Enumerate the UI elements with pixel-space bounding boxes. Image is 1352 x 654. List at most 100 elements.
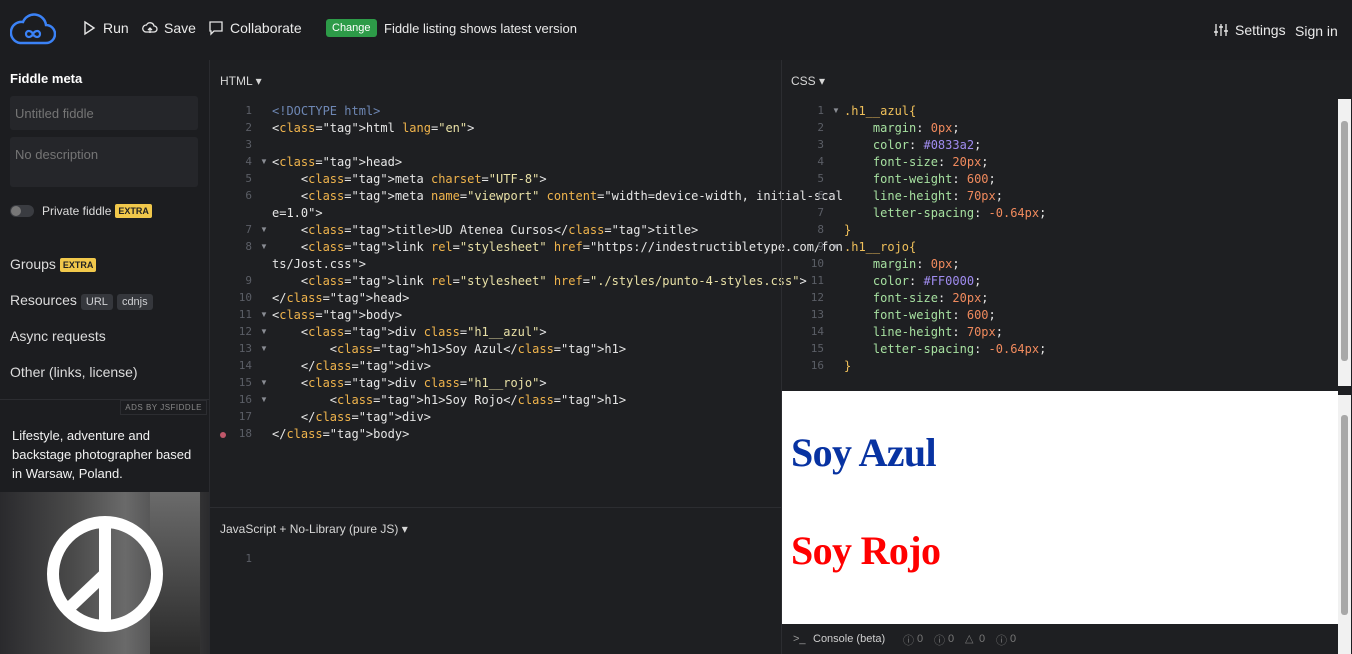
save-label: Save	[164, 20, 196, 36]
code-line: font-weight: 600;	[872, 172, 996, 186]
private-fiddle-label: Private fiddle	[42, 204, 112, 218]
line-number: 14	[810, 325, 824, 338]
line-number: 16	[238, 393, 252, 406]
line-number: 9	[817, 240, 824, 253]
caret-down-icon: ▾	[398, 522, 408, 536]
console-count-3: 0	[979, 633, 986, 645]
code-line: </class="tag">div>	[272, 359, 431, 373]
jsfiddle-logo-icon[interactable]	[10, 13, 56, 47]
code-line: letter-spacing: -0.64px;	[872, 342, 1047, 356]
line-number: 16	[810, 359, 824, 372]
collaborate-button[interactable]: Collaborate	[208, 20, 302, 36]
sliders-icon	[1214, 24, 1228, 36]
fold-toggle-icon[interactable]: ▼	[260, 310, 268, 319]
code-line: ts/Jost.css">	[272, 257, 366, 271]
line-number: 1	[245, 552, 252, 565]
fiddle-description-input[interactable]	[10, 137, 198, 187]
code-line: <class="tag">meta charset="UTF-8">	[272, 172, 547, 186]
top-bar: Run Save Collaborate Change Fiddle listi…	[0, 0, 1352, 60]
fold-toggle-icon[interactable]: ▼	[260, 344, 268, 353]
code-line: </class="tag">body>	[272, 427, 410, 441]
console-bar[interactable]: >_ Console (beta) ⓘ 0 ⓘ 0 △ 0 ⓘ 0	[782, 624, 1322, 654]
scrollbar-thumb[interactable]	[1341, 121, 1348, 361]
code-line: <class="tag">head>	[272, 155, 403, 169]
resources-url-pill[interactable]: URL	[80, 294, 113, 310]
caret-down-icon: ▾	[815, 74, 826, 88]
code-line: <class="tag">h1>Soy Azul</class="tag">h1…	[272, 342, 627, 356]
line-number: 5	[817, 172, 824, 185]
ad-image[interactable]	[0, 492, 209, 654]
line-number: 8	[817, 223, 824, 236]
fold-toggle-icon[interactable]: ▼	[832, 242, 840, 251]
result-scrollbar[interactable]	[1338, 395, 1351, 624]
code-line: <class="tag">title>UD Atenea Cursos</cla…	[272, 223, 699, 237]
code-line: <class="tag">h1>Soy Rojo</class="tag">h1…	[272, 393, 627, 407]
html-panel-label: HTML	[220, 74, 253, 88]
code-line: .h1__rojo{	[844, 240, 917, 254]
line-number: 6	[245, 189, 252, 202]
line-number: 10	[810, 257, 824, 270]
sidebar-item-async[interactable]: Async requests	[10, 328, 106, 344]
editor-divider[interactable]	[210, 507, 781, 508]
fold-toggle-icon[interactable]: ▼	[260, 395, 268, 404]
sidebar: Fiddle meta Private fiddleEXTRA GroupsEX…	[0, 60, 210, 654]
sidebar-item-other[interactable]: Other (links, license)	[10, 364, 138, 380]
code-line: <class="tag">meta name="viewport" conten…	[272, 189, 843, 203]
cloud-upload-icon	[142, 22, 158, 33]
run-button[interactable]: Run	[81, 20, 129, 36]
fold-toggle-icon[interactable]: ▼	[260, 157, 268, 166]
js-panel-header[interactable]: JavaScript + No-Library (pure JS) ▾	[220, 522, 408, 536]
info-icon: ⓘ	[903, 635, 914, 647]
console-count-2: 0	[948, 633, 955, 645]
chat-bubble-icon	[209, 21, 223, 36]
code-line: color: #FF0000;	[872, 274, 982, 288]
console-count-1: 0	[917, 633, 924, 645]
fiddle-title-input[interactable]	[10, 96, 198, 130]
line-number: 18	[238, 427, 252, 440]
css-scrollbar[interactable]	[1338, 99, 1351, 386]
code-line: }	[844, 359, 852, 373]
line-number: 4	[245, 155, 252, 168]
fold-toggle-icon[interactable]: ▼	[832, 106, 840, 115]
code-line: margin: 0px;	[872, 121, 960, 135]
fold-toggle-icon[interactable]: ▼	[260, 327, 268, 336]
code-line: .h1__azul{	[844, 104, 917, 118]
code-line: <class="tag">link rel="stylesheet" href=…	[272, 274, 807, 288]
line-number: 3	[817, 138, 824, 151]
line-number: 6	[817, 189, 824, 202]
js-editor[interactable]: 1	[210, 552, 781, 654]
line-number: 4	[817, 155, 824, 168]
fold-toggle-icon[interactable]: ▼	[260, 378, 268, 387]
change-badge[interactable]: Change	[326, 19, 377, 37]
line-number: 17	[238, 410, 252, 423]
css-panel-header[interactable]: CSS ▾	[791, 74, 825, 88]
console-scrollbar[interactable]	[1338, 624, 1351, 654]
sidebar-item-groups[interactable]: Groups EXTRA	[10, 256, 97, 272]
collaborate-label: Collaborate	[230, 20, 302, 36]
line-number: 7	[817, 206, 824, 219]
fold-toggle-icon[interactable]: ▼	[260, 225, 268, 234]
scrollbar-thumb[interactable]	[1341, 415, 1348, 615]
settings-button[interactable]: Settings	[1213, 22, 1286, 38]
line-number: 5	[245, 172, 252, 185]
fold-toggle-icon[interactable]: ▼	[260, 242, 268, 251]
line-number: 13	[238, 342, 252, 355]
resources-cdnjs-pill[interactable]: cdnjs	[116, 294, 153, 310]
code-line: <class="tag">div class="h1__azul">	[272, 325, 547, 339]
groups-label: Groups	[10, 256, 56, 272]
sidebar-item-resources[interactable]: Resources URL cdnjs	[10, 292, 153, 310]
css-editor[interactable]: 1 ▼ .h1__azul{2 margin: 0px; 3 color: #0833…	[782, 103, 1337, 388]
run-label: Run	[103, 20, 129, 36]
save-button[interactable]: Save	[142, 20, 196, 36]
result-heading-azul: Soy Azul	[791, 430, 937, 475]
line-number: 8	[245, 240, 252, 253]
ad-text[interactable]: Lifestyle, adventure and backstage photo…	[12, 426, 202, 483]
html-editor[interactable]: 1 <!DOCTYPE html> 2 <class="tag">html lang=…	[210, 103, 843, 503]
sign-in-link[interactable]: Sign in	[1295, 23, 1338, 39]
log-icon: ⓘ	[996, 635, 1007, 647]
html-panel-header[interactable]: HTML ▾	[220, 74, 262, 88]
private-fiddle-toggle[interactable]	[10, 205, 34, 217]
code-line: <class="tag">link rel="stylesheet" href=…	[272, 240, 843, 254]
play-icon	[84, 20, 96, 36]
line-number: 1	[245, 104, 252, 117]
